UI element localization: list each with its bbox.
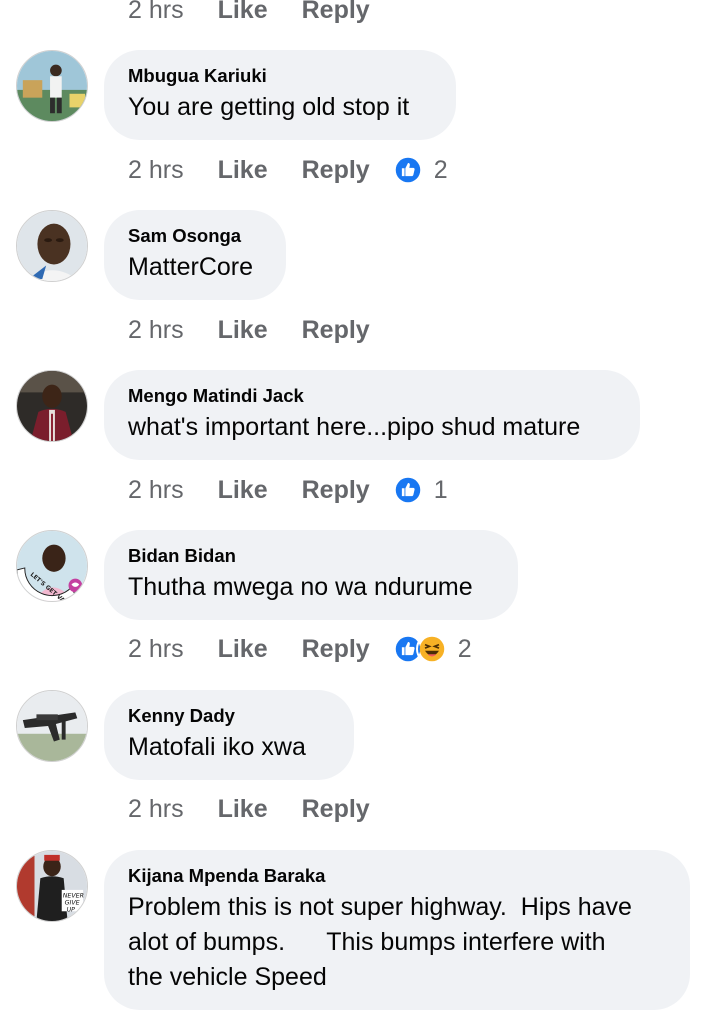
comment-text: Thutha mwega no wa ndurume: [128, 573, 473, 601]
comment-time: 2 hrs: [128, 315, 184, 344]
comment-actions: 2 hrs Like Reply: [128, 791, 392, 827]
comment-text: Matofali iko xwa: [128, 733, 306, 761]
avatar[interactable]: [16, 210, 88, 282]
reactions-summary[interactable]: 1: [391, 474, 448, 506]
comment-text: MatterCore: [128, 253, 254, 281]
avatar-image: [17, 691, 87, 761]
reply-button[interactable]: Reply: [302, 316, 370, 345]
avatar[interactable]: LET'S GET VACCINATED: [16, 530, 88, 602]
like-button[interactable]: Like: [218, 795, 268, 824]
avatar[interactable]: NEVER GIVE UP: [16, 850, 88, 922]
comment-bubble: Bidan Bidan Thutha mwega no wa ndurume: [104, 530, 518, 620]
comment-author[interactable]: Mbugua Kariuki: [128, 64, 432, 88]
avatar[interactable]: [16, 370, 88, 442]
reaction-count: 1: [433, 475, 448, 504]
like-icon: [391, 474, 424, 506]
comment-time: 2 hrs: [128, 475, 184, 504]
like-button[interactable]: Like: [218, 476, 268, 505]
svg-text:UP: UP: [67, 906, 76, 913]
comment-text-line: Problem this is not super highway. Hips …: [128, 893, 632, 921]
comment-time: 2 hrs: [128, 794, 184, 823]
avatar-image: LET'S GET VACCINATED: [17, 531, 87, 601]
like-button[interactable]: Like: [218, 0, 268, 25]
avatar-image: [17, 211, 87, 281]
comment-time: 2 hrs: [128, 634, 184, 663]
comment-text-line: the vehicle Speed: [128, 963, 327, 991]
reactions-summary[interactable]: 2: [391, 154, 448, 186]
avatar[interactable]: [16, 690, 88, 762]
reaction-count: 2: [433, 155, 448, 184]
comment-author[interactable]: Bidan Bidan: [128, 544, 494, 568]
comment-text-line: alot of bumps. This bumps interfere with: [128, 928, 606, 956]
comment-author[interactable]: Kijana Mpenda Baraka: [128, 864, 666, 888]
reply-button[interactable]: Reply: [302, 476, 370, 505]
reply-button[interactable]: Reply: [302, 795, 370, 824]
comment-bubble: Sam Osonga MatterCore: [104, 210, 286, 300]
comment-bubble: Kijana Mpenda Baraka Problem this is not…: [104, 850, 690, 1010]
comment-text: You are getting old stop it: [128, 93, 410, 121]
reply-button[interactable]: Reply: [302, 635, 370, 664]
comment-author[interactable]: Mengo Matindi Jack: [128, 384, 616, 408]
comment-bubble: Mbugua Kariuki You are getting old stop …: [104, 50, 456, 140]
avatar-image: NEVER GIVE UP: [17, 851, 87, 921]
avatar[interactable]: [16, 50, 88, 122]
comment-actions-top: 2 hrs Like Reply: [128, 0, 392, 28]
reactions-summary[interactable]: 2: [391, 633, 472, 665]
comment-author[interactable]: Kenny Dady: [128, 704, 330, 728]
comment-actions: 2 hrs Like Reply 1: [128, 472, 448, 508]
comment-time: 2 hrs: [128, 155, 184, 184]
reaction-count: 2: [457, 634, 472, 663]
reply-button[interactable]: Reply: [302, 156, 370, 185]
comment-actions: 2 hrs Like Reply 2: [128, 152, 448, 188]
like-icon: [391, 154, 424, 186]
comment-time: 2 hrs: [128, 0, 184, 24]
haha-icon: [415, 633, 448, 665]
reply-button[interactable]: Reply: [302, 0, 370, 25]
avatar-image: [17, 371, 87, 441]
comment-actions: 2 hrs Like Reply 2: [128, 631, 472, 667]
avatar-image: [17, 51, 87, 121]
like-button[interactable]: Like: [218, 156, 268, 185]
like-button[interactable]: Like: [218, 316, 268, 345]
comment-actions: 2 hrs Like Reply: [128, 312, 392, 348]
comment-text: what's important here...pipo shud mature: [128, 413, 581, 441]
comment-author[interactable]: Sam Osonga: [128, 224, 262, 248]
comment-bubble: Mengo Matindi Jack what's important here…: [104, 370, 640, 460]
comment-bubble: Kenny Dady Matofali iko xwa: [104, 690, 354, 780]
like-button[interactable]: Like: [218, 635, 268, 664]
